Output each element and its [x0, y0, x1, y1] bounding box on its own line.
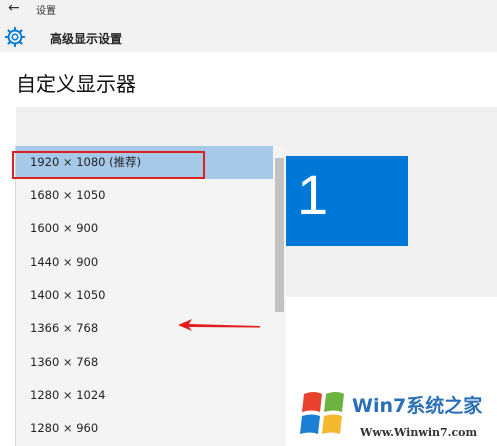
scroll-thumb[interactable] [275, 158, 284, 312]
resolution-option[interactable]: 1440 × 900 [16, 246, 273, 279]
resolution-option[interactable]: 1280 × 960 [16, 412, 273, 445]
dropdown-scrollbar[interactable] [273, 146, 286, 446]
monitor-1-tile[interactable]: 1 [285, 156, 408, 246]
resolution-option[interactable]: 1600 × 900 [16, 212, 273, 245]
annotation-arrow-icon [178, 319, 260, 331]
resolution-dropdown-list[interactable]: 1920 × 1080 (推荐) 1680 × 1050 1600 × 900 … [15, 146, 286, 446]
watermark-logo: Win7系统之家 Www.Winwin7.com [300, 392, 483, 439]
gear-icon [4, 26, 26, 48]
title-bar: ← 设置 [0, 0, 497, 22]
page-title: 高级显示设置 [50, 32, 123, 46]
monitor-number: 1 [297, 163, 329, 226]
page-header: 高级显示设置 [0, 22, 497, 52]
resolution-option[interactable]: 1360 × 768 [16, 346, 273, 379]
window-title: 设置 [36, 6, 56, 17]
section-title: 自定义显示器 [16, 72, 136, 96]
svg-text:Www.Winwin7.com: Www.Winwin7.com [359, 426, 478, 439]
resolution-option[interactable]: 1400 × 1050 [16, 279, 273, 312]
back-button[interactable]: ← [8, 0, 24, 18]
resolution-option[interactable]: 1280 × 1024 [16, 379, 273, 412]
resolution-option[interactable]: 1920 × 1080 (推荐) [16, 146, 273, 179]
svg-text:Win7系统之家: Win7系统之家 [352, 394, 483, 417]
resolution-option[interactable]: 1680 × 1050 [16, 179, 273, 212]
